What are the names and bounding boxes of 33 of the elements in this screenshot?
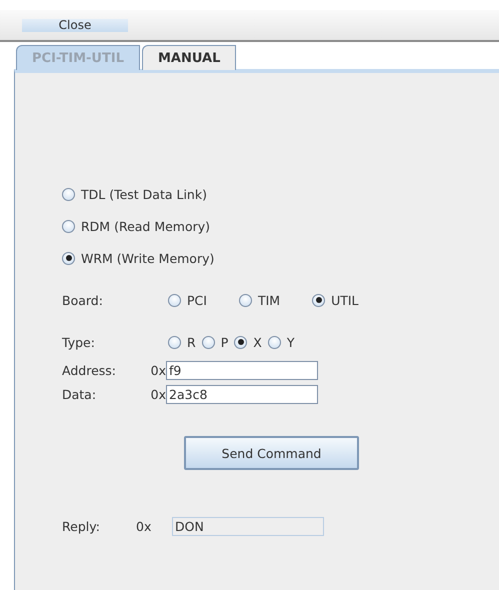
hex-prefix: 0x [150,362,166,378]
field-label: Data: [62,386,98,402]
radio-label: PCI [187,292,207,308]
hex-prefix: 0x [136,518,152,534]
radio-button[interactable] [268,336,281,348]
radio-label: TDL (Test Data Link) [81,186,207,202]
radio-label: WRM (Write Memory) [81,250,214,266]
radio-button[interactable] [62,220,75,232]
radio-label: P [220,334,228,350]
field-label: Address: [62,362,117,378]
radio-button[interactable] [202,336,215,348]
radio-button[interactable] [234,336,248,348]
radio-label: Y [286,334,294,350]
radio-button[interactable] [168,294,181,306]
close-button[interactable]: Close [22,18,128,32]
radio-button[interactable] [62,188,75,200]
radio-button[interactable] [312,294,326,306]
board-label: Board: [62,292,104,308]
input-field[interactable]: f9 [166,360,318,380]
tab[interactable]: MANUAL [142,45,236,70]
reply-label: Reply: [62,518,101,534]
input-field[interactable]: 2a3c8 [166,384,318,404]
send-command-button[interactable]: Send Command [184,436,359,470]
radio-button[interactable] [62,252,75,264]
radio-label: UTIL [331,292,358,308]
radio-label: TIM [258,292,280,308]
radio-label: R [187,334,196,350]
radio-button[interactable] [168,336,181,348]
type-label: Type: [62,334,96,350]
radio-button[interactable] [238,294,252,306]
hex-prefix: 0x [150,386,166,402]
radio-label: X [253,334,262,350]
radio-label: RDM (Read Memory) [81,218,210,234]
